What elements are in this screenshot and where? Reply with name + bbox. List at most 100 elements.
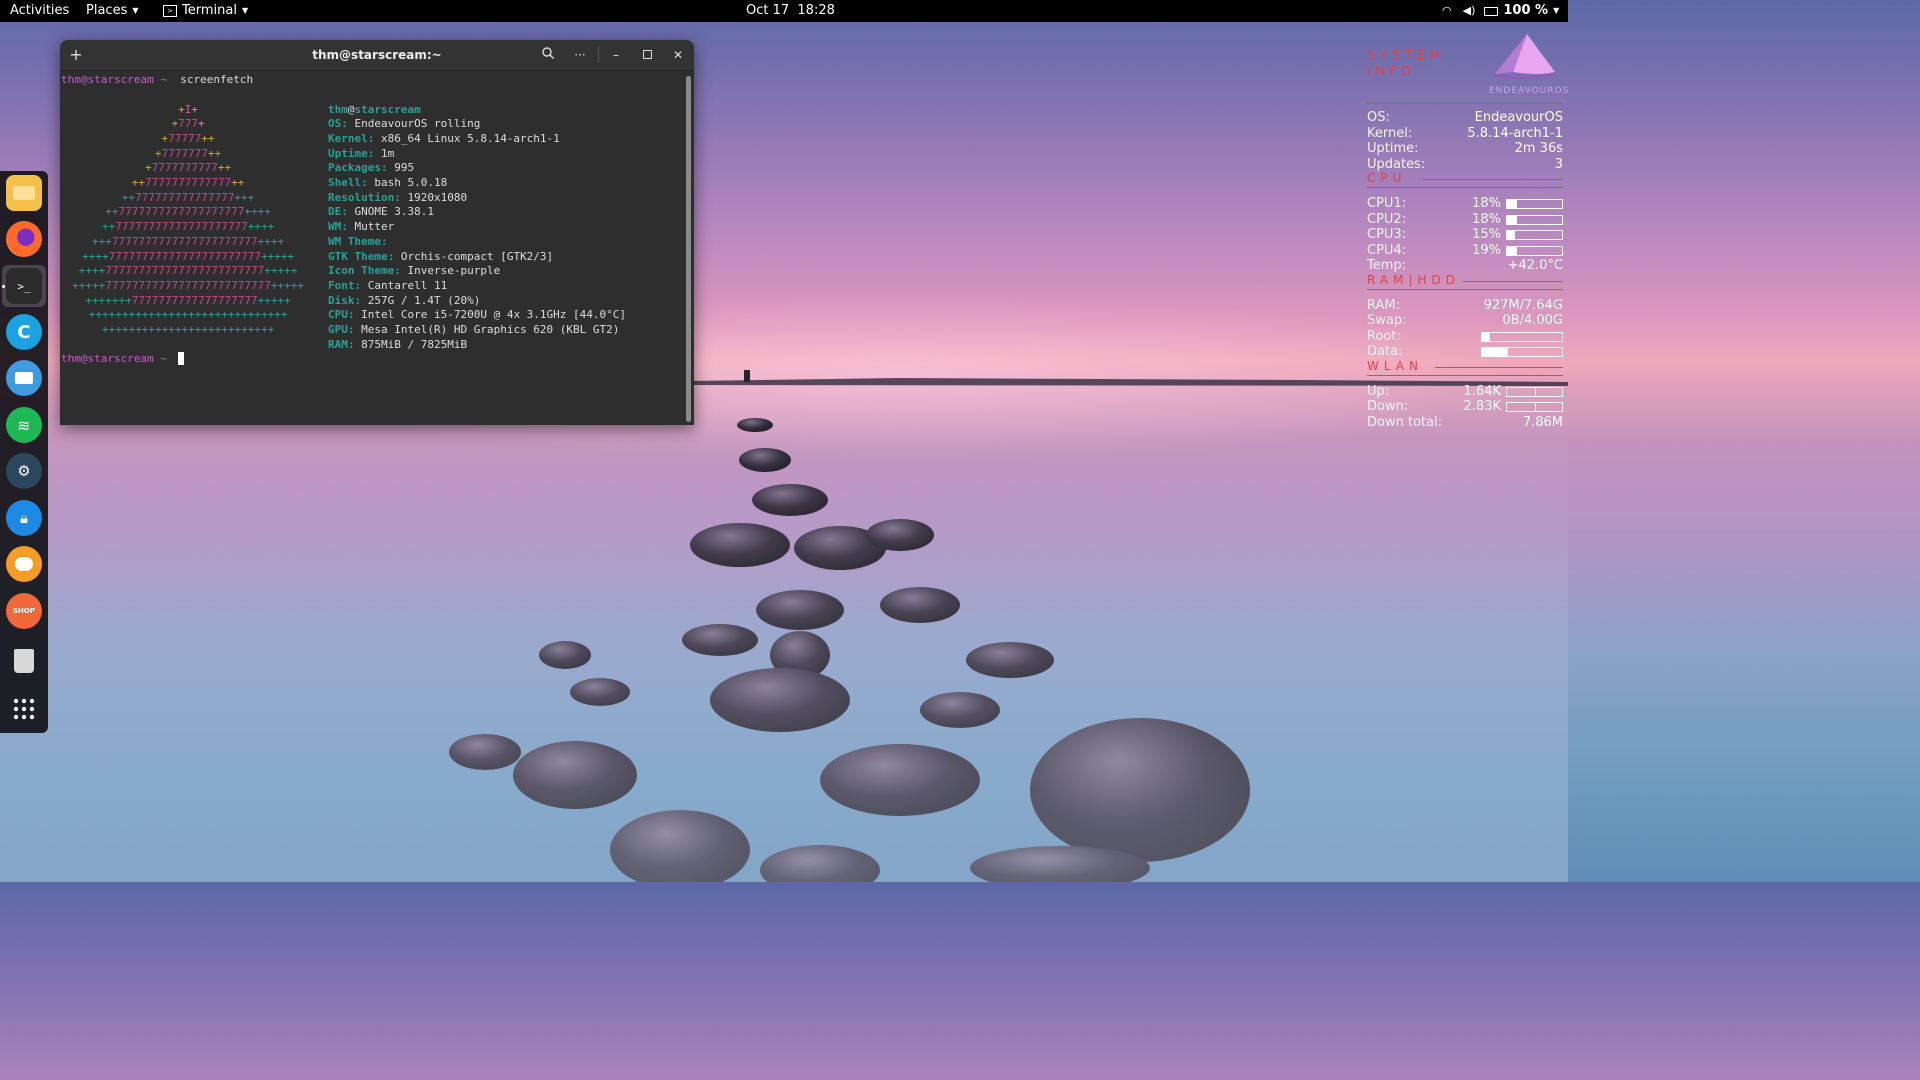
usage-bar-fill	[1507, 246, 1518, 255]
conky-title: INFO	[1367, 64, 1416, 78]
info-row: Resolution: 1920x1080	[328, 191, 467, 204]
firefox-icon[interactable]	[6, 221, 42, 257]
wlan-section-title: WLAN	[1367, 358, 1424, 373]
section-divider	[1367, 103, 1563, 104]
top-bar: Activities Places ▼ > Terminal ▼ Oct 17 18…	[0, 0, 1568, 22]
stat-label: RAM:	[1367, 297, 1400, 313]
terminal-titlebar[interactable]: + thm@starscream:~ ··· – ✕	[60, 40, 694, 71]
terminal-icon[interactable]: >_	[6, 268, 42, 304]
info-value: Intel Core i5-7200U @ 4x 3.1GHz [44.0°C]	[354, 308, 627, 322]
wifi-icon: ◠	[1442, 4, 1452, 17]
steam-icon[interactable]: ⚙	[6, 453, 42, 489]
prompt-line: thm@starscream ~ screenfetch	[61, 73, 253, 86]
maximize-icon	[642, 50, 652, 59]
logo-line: ++++++++++++++++++++++++++	[101, 323, 275, 336]
stat-value: 18%	[1472, 211, 1501, 227]
usage-bar	[1506, 214, 1563, 225]
usage-bar	[1481, 331, 1563, 342]
logo-line: ++7777777777777++	[131, 176, 245, 189]
logo-line: ++++777777777777777777777777+++++	[78, 264, 298, 278]
stat-label: Kernel:	[1367, 125, 1413, 141]
stat-label: Updates:	[1367, 156, 1426, 172]
section-divider	[1422, 179, 1563, 180]
ram-section-title: RAM|HDD	[1367, 272, 1460, 287]
stat-value: 2.83K	[1463, 399, 1501, 414]
clock[interactable]: Oct 17 18:28	[746, 0, 835, 22]
info-label: WM:	[328, 220, 348, 234]
stat-value: 19%	[1472, 242, 1501, 258]
stat-label: Down total:	[1367, 414, 1443, 430]
info-at: @	[347, 102, 355, 116]
usage-bar	[1481, 347, 1563, 357]
usage-bar-marker	[1534, 403, 1536, 411]
prompt-user: thm@starscream	[61, 352, 154, 365]
lock-icon[interactable]: 🔒︎	[6, 500, 42, 536]
stat-row: Kernel: 5.8.14-arch1-1	[1367, 126, 1563, 142]
info-value: 257G / 1.4T (20%)	[361, 293, 481, 307]
menu-button[interactable]: ···	[570, 45, 590, 65]
info-row: Uptime: 1m	[328, 147, 394, 160]
stat-value: 3	[1554, 156, 1563, 172]
info-user: thm	[328, 102, 348, 116]
info-host: starscream	[354, 102, 421, 116]
minimize-button[interactable]: –	[606, 45, 626, 65]
search-button[interactable]	[538, 45, 558, 65]
usage-bar	[1506, 402, 1563, 412]
usage-bar-fill	[1507, 231, 1516, 239]
logo-line: ++777777777777777+++	[121, 190, 255, 204]
terminal-app-menu[interactable]: > Terminal ▼	[163, 0, 248, 22]
scrollbar[interactable]	[686, 76, 691, 422]
battery-icon	[1484, 6, 1499, 16]
maximize-button[interactable]	[637, 45, 657, 65]
logo-line: +7777777777++	[144, 161, 232, 175]
stat-label: OS:	[1367, 110, 1390, 125]
stat-row: Swap: 0B/4.00G	[1367, 313, 1563, 329]
info-label: DE:	[328, 205, 348, 219]
stat-row: RAM: 927M/7.64G	[1367, 298, 1563, 314]
info-label: Disk:	[328, 293, 362, 307]
logo-line: +++7777777777777777777777++++	[92, 234, 285, 248]
terminal-window[interactable]: + thm@starscream:~ ··· – ✕ thm@starscrea…	[60, 40, 694, 425]
section-divider	[1367, 187, 1563, 188]
trash-icon[interactable]	[6, 643, 42, 679]
spotify-icon[interactable]: ≋	[6, 407, 42, 443]
places-menu[interactable]: Places ▼	[86, 0, 139, 22]
info-label: RAM:	[328, 337, 355, 351]
chat-icon[interactable]	[6, 546, 42, 582]
info-value: Mesa Intel(R) HD Graphics 620 (KBL GT2)	[354, 323, 620, 336]
mail-icon[interactable]	[6, 360, 42, 396]
files-icon[interactable]	[6, 175, 42, 211]
info-label: Packages:	[328, 161, 388, 175]
stat-label: Temp:	[1367, 258, 1407, 273]
usage-bar-fill	[1507, 200, 1517, 208]
info-label: GPU:	[328, 323, 355, 336]
logo-text: ENDEAVOUROS	[1489, 86, 1570, 96]
info-row: Packages: 995	[328, 161, 414, 174]
logo-line: +777+	[171, 117, 205, 131]
browser-icon[interactable]: C	[6, 314, 42, 350]
activities-button[interactable]: Activities	[10, 0, 69, 22]
stat-label: CPU2:	[1367, 211, 1407, 227]
running-indicator	[2, 285, 5, 288]
info-value: bash 5.0.18	[367, 176, 448, 189]
section-divider	[1463, 280, 1563, 282]
stat-value: +42.0°C	[1507, 258, 1563, 273]
usage-bar	[1506, 245, 1563, 256]
app-grid-icon[interactable]	[6, 691, 42, 727]
status-menu[interactable]: ◠ ◀) 100 % ▼	[1442, 0, 1559, 22]
usage-bar	[1506, 230, 1563, 240]
info-value: 1920x1080	[400, 190, 468, 204]
usage-bar-fill	[1507, 215, 1517, 224]
stat-value: EndeavourOS	[1474, 110, 1563, 125]
stat-row: Root:	[1367, 329, 1563, 345]
close-button[interactable]: ✕	[668, 45, 688, 65]
info-label: Icon Theme:	[328, 264, 401, 278]
section-divider	[1367, 288, 1563, 290]
info-value: Cantarell 11	[361, 278, 448, 292]
shop-icon[interactable]: SHOP	[6, 593, 42, 629]
info-row: Shell: bash 5.0.18	[328, 176, 447, 189]
terminal-output[interactable]: thm@starscream ~ screenfetch +I+ +777+ +777…	[60, 71, 682, 425]
info-row: Disk: 257G / 1.4T (20%)	[328, 294, 480, 307]
stat-value: 927M/7.64G	[1483, 297, 1563, 313]
info-row: WM: Mutter	[328, 220, 394, 233]
